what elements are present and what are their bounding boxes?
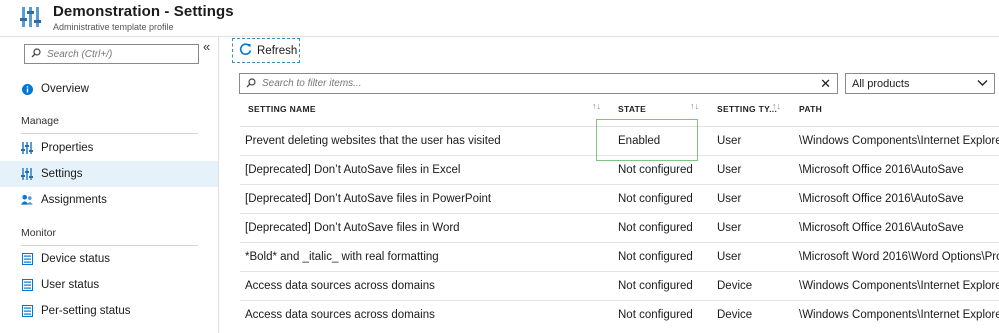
section-manage: Manage — [21, 115, 59, 127]
setting-name-cell: [Deprecated] Don’t AutoSave files in Pow… — [245, 193, 492, 205]
search-icon — [246, 75, 256, 93]
sliders-icon — [21, 168, 33, 180]
table-row[interactable]: [Deprecated] Don’t AutoSave files in Wor… — [240, 213, 999, 242]
sort-icon[interactable]: ↑↓ — [592, 101, 601, 111]
sidebar-item-settings[interactable]: Settings — [0, 161, 218, 187]
products-dropdown[interactable]: All products — [845, 73, 995, 94]
page-subtitle: Administrative template profile — [53, 22, 174, 32]
users-icon — [21, 194, 33, 206]
sidebar-item-label: Overview — [41, 83, 89, 95]
list-icon — [21, 305, 33, 317]
table-row[interactable]: Access data sources across domains Not c… — [240, 300, 999, 329]
page-title: Demonstration - Settings — [53, 3, 234, 20]
section-monitor: Monitor — [21, 227, 57, 239]
table-row[interactable]: [Deprecated] Don’t AutoSave files in Pow… — [240, 184, 999, 213]
blade-header: Demonstration - Settings Administrative … — [0, 0, 999, 37]
sidebar-item-label: Per-setting status — [41, 305, 131, 317]
setting-type-cell: Device — [717, 309, 753, 321]
setting-name-cell: Access data sources across domains — [245, 309, 435, 321]
path-cell: \Microsoft Word 2016\Word Options\Pro — [799, 251, 999, 263]
sidebar: « Overview Manage Properties Settings As… — [0, 37, 219, 333]
list-icon — [21, 279, 33, 291]
refresh-icon — [239, 42, 252, 59]
state-cell: Enabled — [618, 135, 661, 147]
path-cell: \Windows Components\Internet Explore — [799, 309, 999, 321]
setting-name-cell: [Deprecated] Don’t AutoSave files in Wor… — [245, 222, 460, 234]
sort-icon[interactable]: ↑↓ — [690, 101, 699, 111]
sidebar-item-assignments[interactable]: Assignments — [0, 187, 218, 213]
setting-type-cell: User — [717, 164, 742, 176]
sidebar-item-device-status[interactable]: Device status — [0, 246, 218, 272]
products-dropdown-value: All products — [852, 77, 910, 90]
path-cell: \Microsoft Office 2016\AutoSave — [799, 164, 964, 176]
column-header-state[interactable]: STATE — [618, 104, 646, 114]
state-cell: Not configured — [618, 193, 693, 205]
refresh-button[interactable]: Refresh — [232, 38, 300, 63]
state-cell: Not configured — [618, 280, 693, 292]
state-cell: Not configured — [618, 222, 693, 234]
path-cell: \Microsoft Office 2016\AutoSave — [799, 193, 964, 205]
sidebar-item-label: Properties — [41, 142, 94, 154]
filter-search-input[interactable] — [262, 78, 802, 89]
state-cell: Not configured — [618, 164, 693, 176]
setting-name-cell: [Deprecated] Don’t AutoSave files in Exc… — [245, 164, 461, 176]
setting-name-cell: Access data sources across domains — [245, 280, 435, 292]
refresh-label: Refresh — [257, 44, 298, 57]
column-header-path[interactable]: PATH — [799, 104, 822, 114]
sidebar-search-input[interactable] — [47, 48, 187, 60]
filter-search[interactable]: ✕ — [239, 73, 838, 94]
state-cell: Not configured — [618, 309, 693, 321]
sidebar-item-user-status[interactable]: User status — [0, 272, 218, 298]
setting-type-cell: User — [717, 193, 742, 205]
info-icon — [21, 83, 33, 95]
sidebar-item-label: User status — [41, 279, 100, 291]
collapse-icon[interactable]: « — [203, 39, 210, 54]
setting-name-cell: *Bold* and _italic_ with real formatting — [245, 251, 439, 263]
sliders-icon — [21, 142, 33, 154]
sidebar-item-label: Device status — [41, 253, 111, 265]
divider — [21, 133, 198, 134]
list-icon — [21, 253, 33, 265]
path-cell: \Microsoft Office 2016\AutoSave — [799, 222, 964, 234]
sidebar-item-label: Settings — [41, 168, 83, 180]
setting-type-cell: User — [717, 135, 742, 147]
setting-name-cell: Prevent deleting websites that the user … — [245, 135, 501, 147]
table-row[interactable]: *Bold* and _italic_ with real formatting… — [240, 242, 999, 271]
settings-sliders-icon — [20, 6, 42, 28]
sidebar-item-per-setting-status[interactable]: Per-setting status — [0, 298, 218, 324]
table-row[interactable]: Access data sources across domains Not c… — [240, 271, 999, 300]
path-cell: \Windows Components\Internet Explore — [799, 135, 999, 147]
setting-type-cell: User — [717, 222, 742, 234]
table-row[interactable]: [Deprecated] Don’t AutoSave files in Exc… — [240, 155, 999, 184]
sidebar-search[interactable] — [24, 44, 199, 64]
sort-icon[interactable]: ↑↓ — [772, 101, 781, 111]
path-cell: \Windows Components\Internet Explore — [799, 280, 999, 292]
chevron-down-icon — [977, 77, 988, 91]
search-icon — [31, 45, 41, 63]
setting-type-cell: User — [717, 251, 742, 263]
clear-icon[interactable]: ✕ — [820, 76, 831, 92]
table-row[interactable]: Prevent deleting websites that the user … — [240, 126, 999, 155]
sidebar-item-label: Assignments — [41, 194, 107, 206]
sidebar-item-overview[interactable]: Overview — [0, 76, 218, 102]
column-header-setting-type[interactable]: SETTING TY... — [717, 104, 777, 114]
sidebar-item-properties[interactable]: Properties — [0, 135, 218, 161]
setting-type-cell: Device — [717, 280, 753, 292]
column-header-setting-name[interactable]: SETTING NAME — [248, 104, 316, 114]
state-cell: Not configured — [618, 251, 693, 263]
